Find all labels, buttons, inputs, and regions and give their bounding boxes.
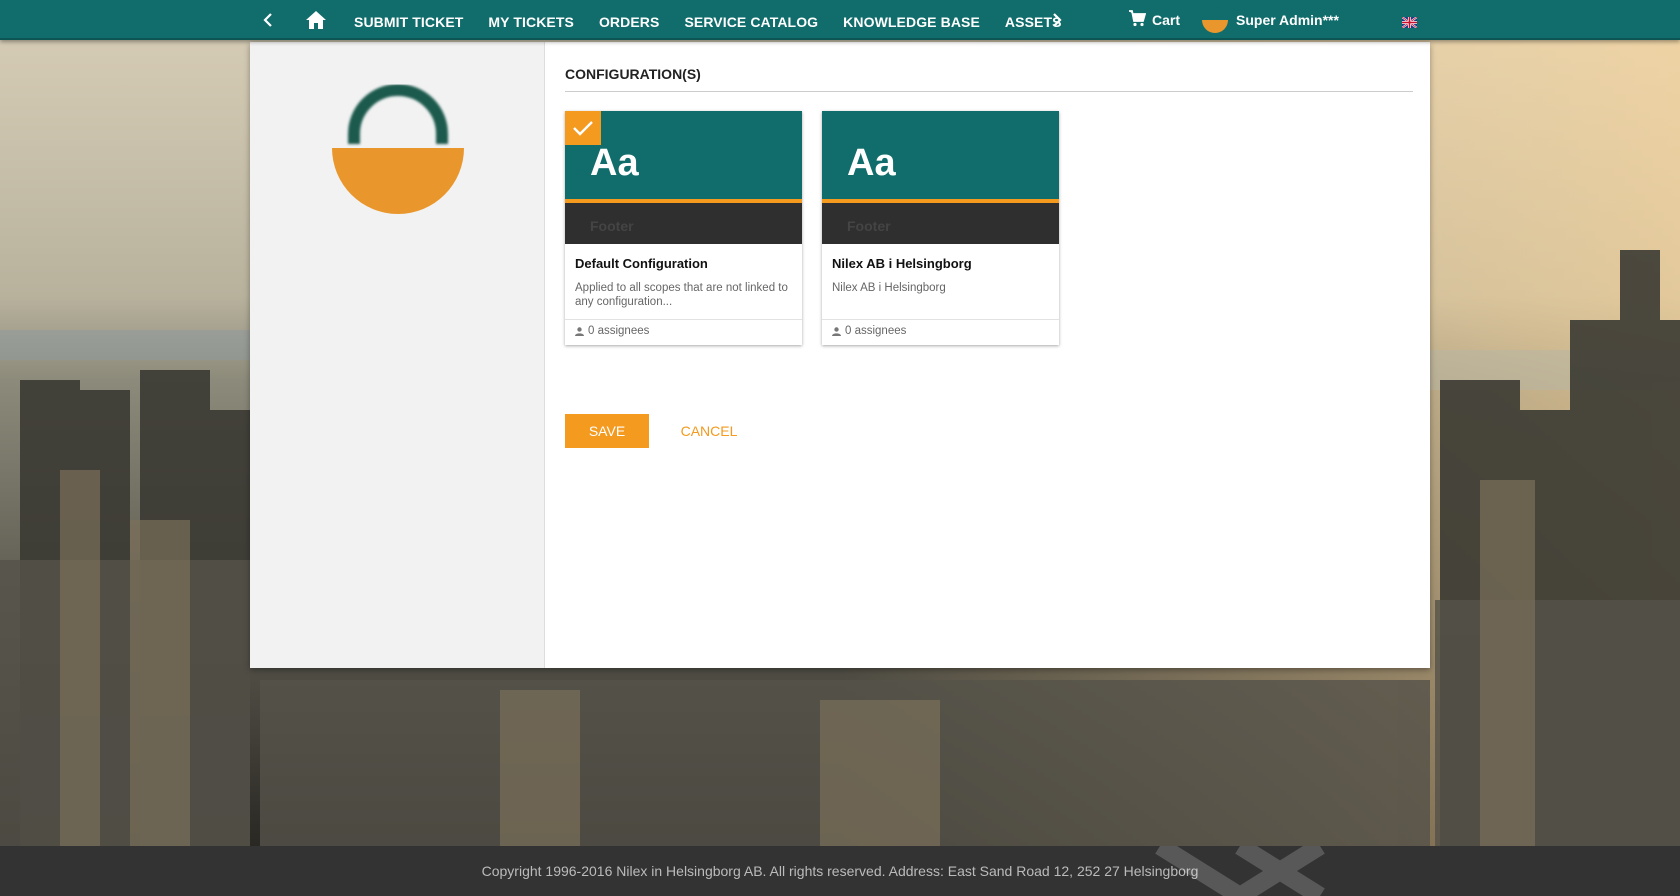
profile-avatar	[332, 82, 464, 214]
user-name: Super Admin***	[1236, 12, 1339, 28]
cart-icon	[1128, 10, 1152, 30]
main-menu: SUBMIT TICKET MY TICKETS ORDERS SERVICE …	[354, 0, 1087, 40]
card-assignees: 0 assignees	[575, 325, 649, 337]
chevron-right-icon[interactable]	[1047, 9, 1067, 31]
top-navigation-bar: SUBMIT TICKET MY TICKETS ORDERS SERVICE …	[0, 0, 1680, 40]
nav-service-catalog[interactable]: SERVICE CATALOG	[684, 0, 818, 40]
card-title: Nilex AB i Helsingborg	[832, 256, 972, 271]
theme-preview: Aa Footer	[822, 111, 1059, 244]
cart-label: Cart	[1152, 12, 1181, 28]
card-description: Nilex AB i Helsingborg	[832, 282, 946, 294]
configuration-card-nilex[interactable]: Aa Footer Nilex AB i Helsingborg Nilex A…	[822, 111, 1059, 345]
preview-text: Aa	[847, 142, 896, 184]
configuration-panel: CONFIGURATION(S) Aa Footer Default Confi…	[250, 42, 1430, 668]
side-panel	[250, 42, 545, 668]
copyright-text: Copyright 1996-2016 Nilex in Helsingborg…	[481, 863, 1199, 879]
cancel-button[interactable]: CANCEL	[669, 414, 749, 448]
person-icon	[832, 326, 841, 336]
section-title: CONFIGURATION(S)	[565, 66, 1413, 92]
card-title: Default Configuration	[575, 256, 708, 271]
uk-flag-icon[interactable]	[1401, 15, 1418, 29]
home-icon[interactable]	[305, 10, 327, 30]
checkmark-icon	[565, 111, 601, 145]
nav-orders[interactable]: ORDERS	[599, 0, 660, 40]
save-button[interactable]: SAVE	[565, 414, 649, 448]
person-icon	[575, 326, 584, 336]
preview-footer-text: Footer	[847, 218, 891, 234]
logo-watermark	[1150, 838, 1330, 896]
cart-link[interactable]: Cart	[1128, 0, 1180, 40]
nav-my-tickets[interactable]: MY TICKETS	[488, 0, 574, 40]
nav-submit-ticket[interactable]: SUBMIT TICKET	[354, 0, 463, 40]
preview-footer-text: Footer	[590, 218, 634, 234]
user-menu[interactable]: Super Admin***	[1202, 0, 1339, 40]
assignees-count: 0 assignees	[588, 325, 650, 337]
card-description: Applied to all scopes that are not linke…	[575, 282, 788, 308]
assignees-count: 0 assignees	[845, 325, 907, 337]
main-content: CONFIGURATION(S) Aa Footer Default Confi…	[565, 42, 1415, 668]
configuration-card-default[interactable]: Aa Footer Default Configuration Applied …	[565, 111, 802, 345]
card-assignees: 0 assignees	[832, 325, 906, 337]
avatar	[1202, 7, 1228, 33]
chevron-left-icon[interactable]	[258, 9, 278, 31]
preview-text: Aa	[590, 142, 639, 184]
page-footer: Copyright 1996-2016 Nilex in Helsingborg…	[0, 846, 1680, 896]
nav-knowledge-base[interactable]: KNOWLEDGE BASE	[843, 0, 980, 40]
